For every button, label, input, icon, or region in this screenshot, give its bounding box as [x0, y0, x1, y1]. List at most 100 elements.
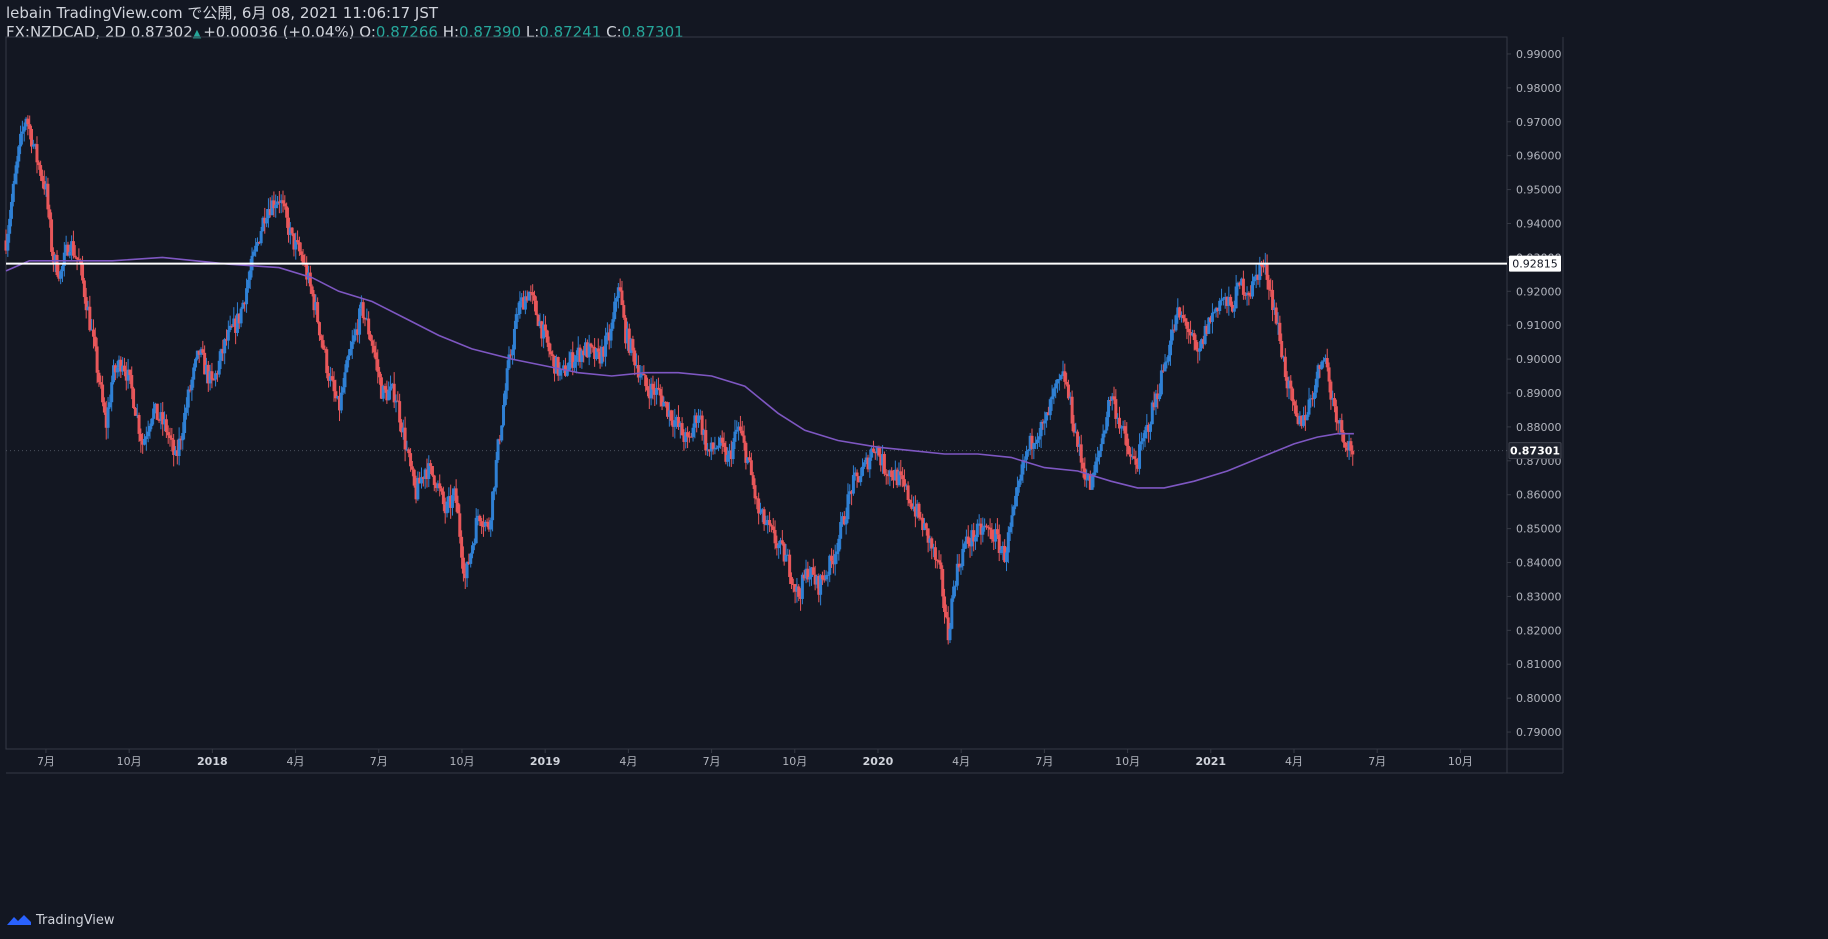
candle-body: [60, 266, 64, 272]
candle-body: [558, 369, 562, 376]
candle-body: [780, 540, 784, 544]
candle-body: [974, 537, 978, 542]
candle-body: [751, 475, 755, 486]
candle-body: [133, 408, 137, 416]
candle-body: [1099, 444, 1103, 452]
candle-body: [651, 383, 655, 390]
candle-body: [961, 548, 965, 567]
candle-body: [988, 527, 992, 530]
candle-body: [1343, 442, 1347, 448]
candle-body: [762, 509, 766, 525]
candle-body: [1159, 370, 1163, 395]
candle-body: [409, 453, 413, 467]
candle-body: [937, 560, 941, 563]
candle-body: [192, 367, 196, 380]
candle-body: [472, 543, 476, 546]
candle-body: [1169, 340, 1173, 356]
candle-body: [1141, 438, 1145, 442]
candles: [4, 115, 1355, 645]
candle-body: [642, 373, 646, 376]
candle-body: [1340, 420, 1344, 433]
y-tick-label: 0.86000: [1516, 489, 1562, 502]
candle-body: [190, 379, 194, 391]
candle-body: [177, 438, 181, 457]
y-tick-label: 0.88000: [1516, 421, 1562, 434]
candle-body: [740, 430, 744, 436]
candle-body: [432, 475, 436, 486]
candle-body: [511, 349, 515, 356]
y-tick-label: 0.89000: [1516, 387, 1562, 400]
x-axis: 7月 10月 2018 4月 7月 10月 2019 4月 7月 10月 2020 4月 7月 10月 20…: [37, 749, 1473, 768]
y-tick-label: 0.99000: [1516, 48, 1562, 61]
candle-body: [17, 146, 21, 162]
candle-body: [132, 388, 136, 409]
candle-body: [430, 466, 434, 476]
candle-body: [669, 410, 673, 421]
candle-body: [733, 431, 737, 442]
candle-body: [990, 529, 994, 540]
candle-body: [299, 251, 303, 255]
candle-body: [39, 165, 43, 176]
y-tick-label: 0.95000: [1516, 184, 1562, 197]
candle-body: [1079, 444, 1083, 463]
x-tick-label: 7月: [370, 755, 388, 768]
candle-body: [1097, 451, 1101, 458]
candle-body: [30, 128, 34, 147]
candle-body: [35, 144, 39, 163]
candle-body: [788, 554, 792, 578]
candle-body: [1271, 289, 1275, 311]
candle-body: [350, 341, 354, 349]
candle-body: [283, 203, 287, 207]
candle-body: [917, 503, 921, 518]
candle-body: [441, 491, 445, 505]
candle-body: [615, 298, 619, 302]
candle-body: [15, 161, 19, 174]
candle-body: [471, 545, 475, 554]
candle-body: [963, 543, 967, 549]
candle-body: [611, 319, 615, 329]
candle-body: [631, 339, 635, 351]
candle-body: [1008, 526, 1012, 533]
candle-body: [410, 466, 414, 470]
candle-body: [1210, 312, 1214, 322]
candle-body: [11, 183, 15, 202]
candle-body: [164, 419, 168, 433]
candle-body: [1105, 417, 1109, 431]
candle-body: [1278, 322, 1282, 342]
candle-body: [75, 257, 79, 260]
candle-body: [82, 280, 86, 298]
candle-body: [507, 354, 511, 369]
candle-body: [549, 351, 553, 355]
candle-body: [1039, 421, 1043, 437]
candle-body: [882, 453, 886, 474]
candle-body: [861, 466, 865, 476]
candle-body: [1065, 381, 1069, 385]
candle-body: [1117, 417, 1121, 429]
candle-body: [88, 306, 92, 331]
price-chart[interactable]: 0.79000 0.80000 0.81000 0.82000 0.83000 0.840…: [0, 0, 1828, 939]
candle-body: [742, 435, 746, 443]
x-tick-label: 10月: [782, 755, 807, 768]
candle-body: [1327, 367, 1331, 382]
candle-body: [128, 369, 132, 376]
candle-body: [1139, 441, 1143, 445]
candle-body: [609, 328, 613, 341]
candle-body: [1232, 308, 1236, 312]
candle-body: [1280, 341, 1284, 358]
candle-body: [777, 544, 781, 549]
candle-body: [844, 519, 848, 525]
candle-body: [769, 525, 773, 527]
candle-body: [820, 575, 824, 580]
candle-body: [383, 386, 387, 390]
candle-body: [217, 360, 221, 375]
candle-body: [981, 527, 985, 535]
candle-body: [407, 449, 411, 454]
x-tick-label: 7月: [1368, 755, 1386, 768]
candle-body: [500, 425, 504, 441]
candle-body: [352, 335, 356, 342]
candle-body: [722, 442, 726, 447]
candle-body: [757, 498, 761, 514]
candle-body: [246, 279, 250, 289]
candle-body: [285, 206, 289, 218]
candle-body: [374, 352, 378, 360]
